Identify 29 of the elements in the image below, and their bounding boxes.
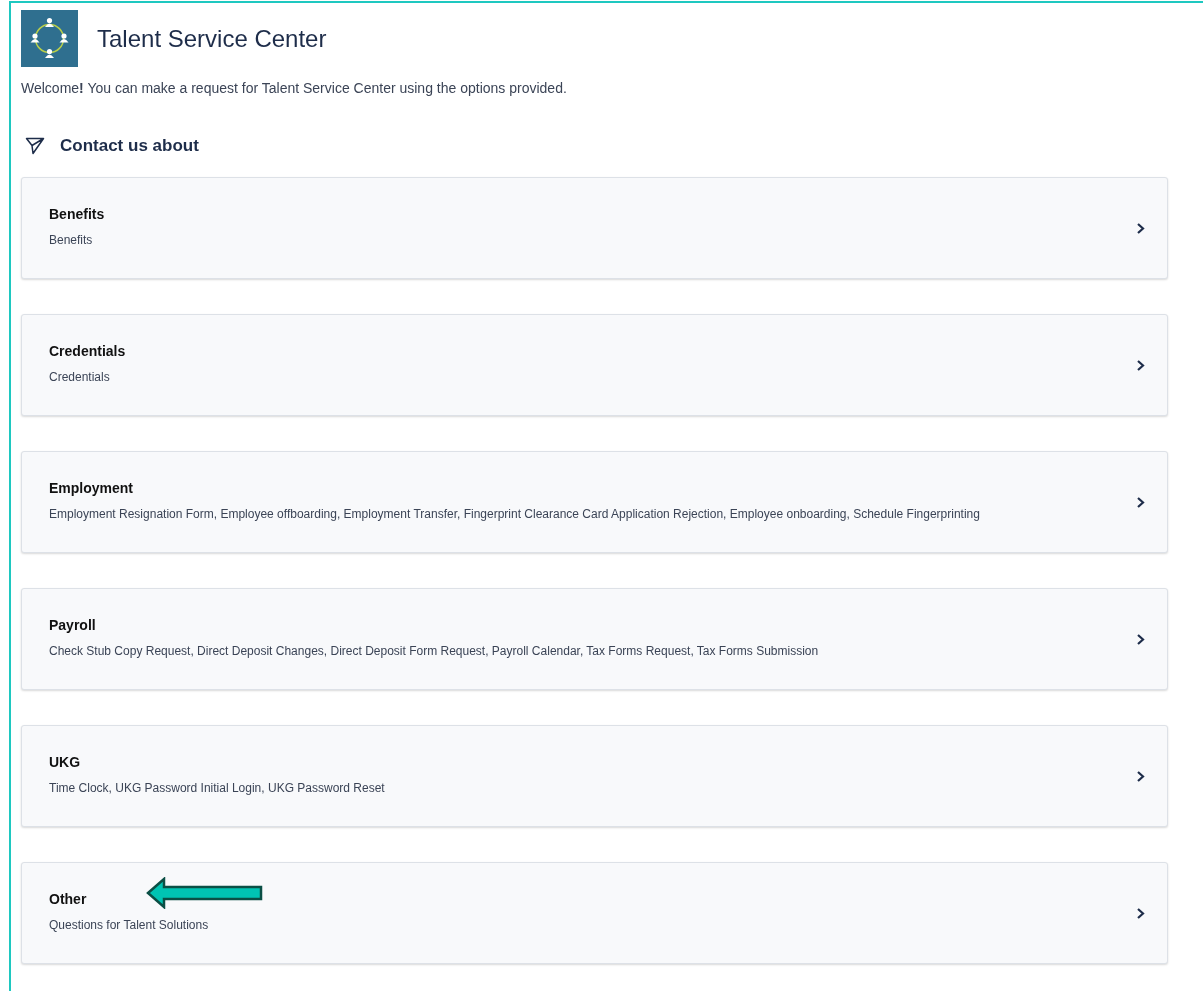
welcome-text: Welcome! You can make a request for Talent Service Center using the options provided. bbox=[21, 80, 568, 96]
topic-title: Employment bbox=[49, 479, 134, 497]
topic-card[interactable]: Benefits Benefits bbox=[21, 177, 1168, 279]
section-heading: Contact us about bbox=[60, 136, 199, 156]
topic-title: Credentials bbox=[49, 342, 127, 360]
chevron-right-icon bbox=[1136, 495, 1145, 509]
topic-title: UKG bbox=[49, 753, 82, 771]
topic-description: Check Stub Copy Request, Direct Deposit Changes, Direct Deposit Form Request, Payroll Calendar, Tax Forms Request, Tax Forms Submission bbox=[49, 643, 820, 660]
page-title: Talent Service Center bbox=[97, 24, 327, 53]
topic-card[interactable]: Credentials Credentials bbox=[21, 314, 1168, 416]
topic-card[interactable]: UKG Time Clock, UKG Password Initial Login, UKG Password Reset bbox=[21, 725, 1168, 827]
topic-title: Payroll bbox=[49, 616, 97, 634]
chevron-right-icon bbox=[1136, 906, 1145, 920]
chevron-right-icon bbox=[1136, 632, 1145, 646]
topic-description: Time Clock, UKG Password Initial Login, UKG Password Reset bbox=[49, 780, 386, 797]
topic-description: Questions for Talent Solutions bbox=[49, 917, 210, 934]
chevron-right-icon bbox=[1136, 358, 1145, 372]
topic-description: Credentials bbox=[49, 369, 111, 386]
topic-card[interactable]: Employment Employment Resignation Form, Employee offboarding, Employment Transfer, Fingerprint Clearance Card Application Rejection, Employee onboarding, Schedule Fingerprinting bbox=[21, 451, 1168, 553]
topic-card[interactable]: Payroll Check Stub Copy Request, Direct Deposit Changes, Direct Deposit Form Request, Payroll Calendar, Tax Forms Request, Tax Forms Submission bbox=[21, 588, 1168, 690]
topic-description: Benefits bbox=[49, 232, 94, 249]
chevron-right-icon bbox=[1136, 221, 1145, 235]
send-icon bbox=[25, 137, 45, 155]
chevron-right-icon bbox=[1136, 769, 1145, 783]
topic-title: Other bbox=[49, 890, 88, 908]
topic-description: Employment Resignation Form, Employee offboarding, Employment Transfer, Fingerprint Clearance Card Application Rejection, Employee onboarding, Schedule Fingerprinting bbox=[49, 506, 981, 523]
topic-title: Benefits bbox=[49, 205, 106, 223]
topic-card[interactable]: Other Questions for Talent Solutions bbox=[21, 862, 1168, 964]
people-circle-logo-icon bbox=[21, 10, 78, 67]
